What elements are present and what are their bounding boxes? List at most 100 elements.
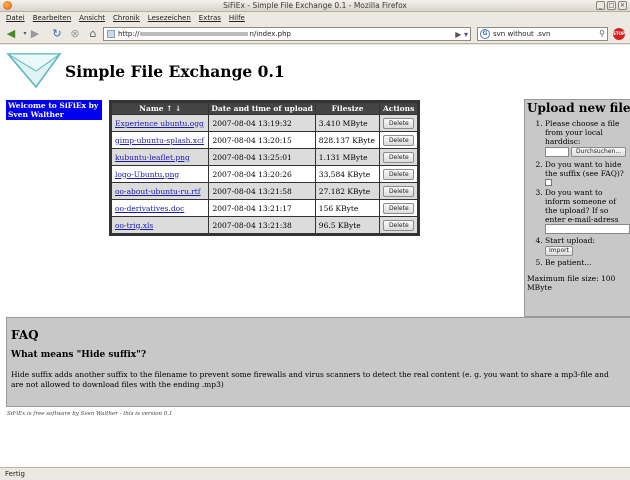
delete-button[interactable]: Delete: [383, 202, 415, 214]
file-table: Name ↑ ↓ Date and time of upload Filesiz…: [109, 100, 420, 236]
upload-step-choose-file: Please choose a file from your local har…: [545, 119, 630, 158]
search-input[interactable]: G svn without .svn ⚲: [477, 27, 608, 41]
page-content: Simple File Exchange 0.1 Welcome to SiFi…: [0, 45, 630, 467]
url-bar[interactable]: http:// n/index.php ▶ ▾: [103, 27, 471, 41]
menu-chronik[interactable]: Chronik: [113, 12, 140, 24]
stop-icon[interactable]: ⊗: [68, 27, 82, 41]
column-header-name[interactable]: Name ↑ ↓: [112, 103, 209, 114]
actions-cell: Delete: [380, 115, 417, 131]
step-label: Be patient...: [545, 258, 592, 267]
file-path-input[interactable]: [545, 147, 569, 157]
faq-heading: FAQ: [11, 328, 39, 342]
hide-suffix-checkbox[interactable]: [545, 179, 552, 186]
forward-arrow-icon[interactable]: ▶: [28, 27, 42, 41]
size-cell: 156 KByte: [315, 200, 380, 216]
file-name-cell: gimp-ubuntu-splash.xcf: [112, 132, 209, 148]
file-link[interactable]: gimp-ubuntu-splash.xcf: [115, 136, 204, 145]
file-link[interactable]: oo-derivatives.doc: [115, 204, 184, 213]
firefox-icon: [3, 1, 12, 10]
url-suffix: n/index.php: [249, 30, 291, 38]
maximize-icon[interactable]: □: [607, 1, 616, 10]
upload-step-hide-suffix: Do you want to hide the suffix (see FAQ)…: [545, 160, 630, 186]
size-cell: 27.182 KByte: [315, 183, 380, 199]
table-row: gimp-ubuntu-splash.xcf 2007-08-04 13:20:…: [112, 132, 417, 148]
table-row: Experience ubuntu.ogg 2007-08-04 13:19:3…: [112, 115, 417, 131]
menu-extras[interactable]: Extras: [199, 12, 221, 24]
menu-bearbeiten[interactable]: Bearbeiten: [33, 12, 71, 24]
column-header-actions: Actions: [380, 103, 417, 114]
menu-lesezeichen[interactable]: Lesezeichen: [148, 12, 191, 24]
max-file-size: Maximum file size: 100 MByte: [527, 274, 616, 292]
adblock-stop-icon[interactable]: STOP: [613, 28, 625, 40]
search-engine-icon[interactable]: G: [480, 29, 490, 39]
browse-button[interactable]: Durchsuchen...: [571, 147, 626, 157]
import-button[interactable]: Import: [545, 246, 573, 256]
delete-button[interactable]: Delete: [383, 134, 415, 146]
back-arrow-icon[interactable]: ◀: [4, 27, 18, 41]
home-icon[interactable]: ⌂: [86, 27, 100, 41]
actions-cell: Delete: [380, 183, 417, 199]
file-link[interactable]: oo-about-ubuntu-ru.rtf: [115, 187, 201, 196]
actions-cell: Delete: [380, 149, 417, 165]
size-cell: 33.584 KByte: [315, 166, 380, 182]
status-bar: Fertig: [0, 467, 630, 480]
upload-steps: Please choose a file from your local har…: [527, 119, 630, 267]
delete-button[interactable]: Delete: [383, 219, 415, 231]
column-header-filesize: Filesize: [315, 103, 380, 114]
delete-button[interactable]: Delete: [383, 117, 415, 129]
menu-ansicht[interactable]: Ansicht: [79, 12, 105, 24]
size-cell: 96.5 KByte: [315, 217, 380, 233]
search-icon[interactable]: ⚲: [599, 28, 605, 40]
page-title: Simple File Exchange 0.1: [65, 62, 285, 81]
upload-heading: Upload new file: [527, 101, 630, 115]
status-text: Fertig: [5, 470, 25, 478]
go-arrow-icon[interactable]: ▶ ▾: [455, 29, 468, 41]
minimize-icon[interactable]: _: [596, 1, 605, 10]
file-name-cell: Experience ubuntu.ogg: [112, 115, 209, 131]
menu-datei[interactable]: Datei: [6, 12, 25, 24]
url-redacted: [140, 32, 249, 36]
page-favicon-icon: [107, 30, 115, 38]
actions-cell: Delete: [380, 200, 417, 216]
upload-panel: Upload new file Please choose a file fro…: [524, 99, 630, 317]
reload-icon[interactable]: ↻: [50, 27, 64, 41]
file-link[interactable]: logo-Ubuntu.png: [115, 170, 179, 179]
date-cell: 2007-08-04 13:20:15: [209, 132, 315, 148]
date-cell: 2007-08-04 13:21:38: [209, 217, 315, 233]
file-name-cell: logo-Ubuntu.png: [112, 166, 209, 182]
menu-bar: Datei Bearbeiten Ansicht Chronik Lesezei…: [0, 12, 630, 24]
date-cell: 2007-08-04 13:25:01: [209, 149, 315, 165]
file-name-cell: oo-trig.xls: [112, 217, 209, 233]
file-name-cell: oo-about-ubuntu-ru.rtf: [112, 183, 209, 199]
faq-panel: FAQ What means "Hide suffix"? Hide suffi…: [6, 317, 630, 407]
window-titlebar: SiFiEx - Simple File Exchange 0.1 - Mozi…: [0, 0, 630, 12]
date-cell: 2007-08-04 13:21:17: [209, 200, 315, 216]
table-header-row: Name ↑ ↓ Date and time of upload Filesiz…: [112, 103, 417, 114]
file-link[interactable]: oo-trig.xls: [115, 221, 153, 230]
step-label: Do you want to inform someone of the upl…: [545, 188, 619, 224]
upload-step-start: Start upload: Import: [545, 236, 630, 256]
search-value: svn without .svn: [493, 30, 551, 38]
table-row: logo-Ubuntu.png 2007-08-04 13:20:26 33.5…: [112, 166, 417, 182]
size-cell: 1.131 MByte: [315, 149, 380, 165]
footer-text: SiFiEx is free software by Sven Walther …: [7, 411, 173, 417]
close-icon[interactable]: ×: [618, 1, 627, 10]
actions-cell: Delete: [380, 166, 417, 182]
delete-button[interactable]: Delete: [383, 185, 415, 197]
url-prefix: http://: [118, 30, 140, 38]
table-row: kubuntu-leaflet.png 2007-08-04 13:25:01 …: [112, 149, 417, 165]
window-controls: _ □ ×: [596, 1, 627, 10]
delete-button[interactable]: Delete: [383, 168, 415, 180]
email-field[interactable]: [545, 224, 630, 234]
upload-step-patient: Be patient...: [545, 258, 630, 267]
delete-button[interactable]: Delete: [383, 151, 415, 163]
sifiex-logo: [6, 53, 62, 89]
file-link[interactable]: Experience ubuntu.ogg: [115, 119, 204, 128]
faq-question: What means "Hide suffix"?: [11, 350, 147, 360]
navigation-toolbar: ◀ ▾ ▶ ↻ ⊗ ⌂ http://n/index.php ▶ ▾ G svn…: [0, 24, 630, 44]
actions-cell: Delete: [380, 217, 417, 233]
menu-hilfe[interactable]: Hilfe: [229, 12, 245, 24]
file-link[interactable]: kubuntu-leaflet.png: [115, 153, 190, 162]
size-cell: 828.137 KByte: [315, 132, 380, 148]
date-cell: 2007-08-04 13:19:32: [209, 115, 315, 131]
